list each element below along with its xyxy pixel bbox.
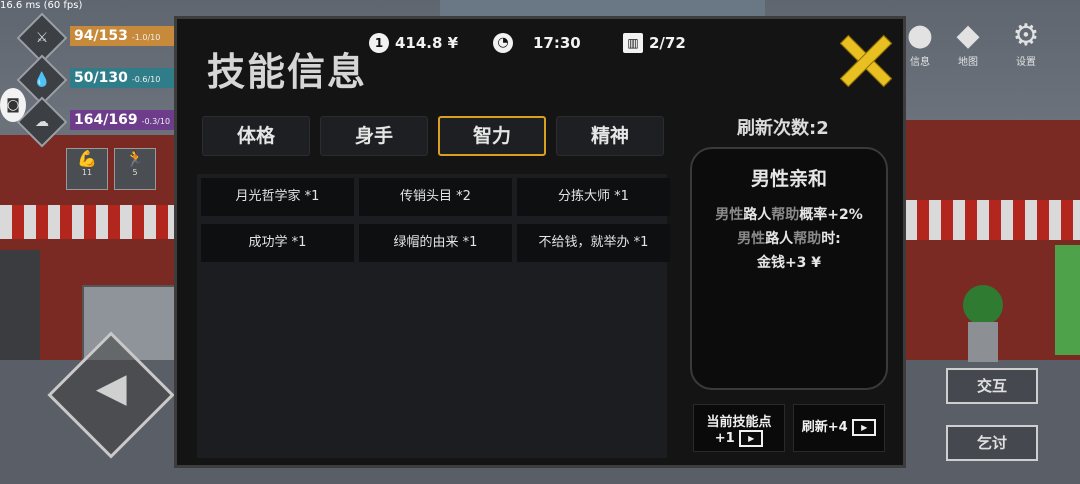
skill-detail-line: 男性路人帮助时: [692, 227, 886, 251]
gear-icon: ⚙ [1012, 18, 1040, 53]
video-ad-icon: ▶ [739, 430, 764, 447]
arm-icon: 💪 [77, 149, 97, 168]
refresh-button[interactable]: 刷新+4 ▶ [793, 404, 885, 452]
thirst-modifier: -0.6/10 [131, 75, 161, 84]
hunger-value: 94/153 [74, 28, 128, 44]
tab-physique[interactable]: 体格 [202, 116, 310, 156]
scene-window [1055, 245, 1080, 355]
tab-spirit[interactable]: 精神 [556, 116, 664, 156]
skill-list: 月光哲学家 *1 传销头目 *2 分拣大师 *1 成功学 *1 绿帽的由来 *1… [197, 174, 670, 458]
skill-item[interactable]: 传销头目 *2 [359, 178, 512, 216]
skill-item[interactable]: 成功学 *1 [201, 224, 354, 262]
skill-item[interactable]: 月光哲学家 *1 [201, 178, 354, 216]
tab-intelligence[interactable]: 智力 [438, 116, 546, 156]
close-button[interactable] [839, 33, 891, 85]
running-badge-value: 5 [132, 168, 138, 177]
mind-modifier: -0.3/10 [141, 117, 171, 126]
skill-point-label: 当前技能点 [706, 415, 772, 430]
time-value: 17:30 [533, 34, 581, 52]
detail-text: 帮助 [793, 231, 822, 247]
skill-point-value: +1 [714, 431, 735, 446]
potted-plant [963, 285, 1003, 325]
settings-label: 设置 [1016, 57, 1036, 68]
coin-icon: 1 [369, 33, 389, 53]
detail-text: 男性 [737, 231, 766, 247]
arrow-left-icon: ◀ [95, 365, 127, 412]
scene-rooftop [440, 0, 765, 16]
panel-title: 技能信息 [207, 50, 368, 94]
arm-badge-value: 11 [81, 168, 93, 177]
scene-door [0, 250, 40, 370]
detail-text: 概率+2% [799, 207, 863, 223]
interact-button[interactable]: 交互 [946, 368, 1038, 404]
skill-detail-card: 男性亲和 男性路人帮助概率+2% 男性路人帮助时: 金钱+3 ¥ [690, 147, 888, 390]
scene-awning [905, 200, 1080, 240]
detail-text: 路人 [743, 207, 772, 223]
beg-button[interactable]: 乞讨 [946, 425, 1038, 461]
map-menu-button[interactable]: ◆ 地图 [946, 18, 990, 68]
refresh-count: 刷新次数:2 [737, 118, 829, 139]
thirst-value: 50/130 [74, 70, 128, 86]
skill-info-panel: 技能信息 1 414.8 ¥ ◔ 17:30 ▥ 2/72 体格 身手 智力 精… [174, 16, 906, 468]
time-display: ◔ 17:30 [493, 33, 581, 53]
skill-detail-title: 男性亲和 [750, 168, 827, 190]
running-badge[interactable]: 🏃 5 [114, 148, 156, 190]
tab-agility[interactable]: 身手 [320, 116, 428, 156]
map-icon: ◆ [956, 18, 980, 53]
skill-item[interactable]: 绿帽的由来 *1 [359, 224, 512, 262]
twitch-icon[interactable]: ◙ [0, 88, 26, 122]
video-ad-icon: ▶ [852, 419, 877, 436]
skill-detail-line: 金钱+3 ¥ [756, 255, 822, 271]
skill-point-button[interactable]: 当前技能点 +1 ▶ [693, 404, 785, 452]
mind-value: 164/169 [74, 112, 138, 128]
trash-can-icon: ▥ [623, 33, 643, 53]
clock-icon: ◔ [493, 33, 513, 53]
money-value: 414.8 ¥ [395, 34, 459, 52]
thirst-bar: 50/130 -0.6/10 [70, 68, 184, 88]
detail-text: 男性 [715, 207, 744, 223]
skill-item[interactable]: 分拣大师 *1 [517, 178, 670, 216]
capacity-display: ▥ 2/72 [623, 33, 686, 53]
detail-text: 帮助 [771, 207, 800, 223]
detail-text: 路人 [765, 231, 794, 247]
map-label: 地图 [958, 57, 978, 68]
scene-awning [0, 205, 175, 239]
skill-detail-line: 男性路人帮助概率+2% [692, 203, 886, 227]
fps-counter: 16.6 ms (60 fps) [0, 0, 83, 11]
mind-bar: 164/169 -0.3/10 [70, 110, 184, 130]
hunger-modifier: -1.0/10 [131, 33, 161, 42]
refresh-label: 刷新+4 [801, 420, 848, 435]
settings-menu-button[interactable]: ⚙ 设置 [1004, 18, 1048, 68]
capacity-value: 2/72 [649, 34, 686, 52]
skill-item[interactable]: 不给钱，就举办 *1 [517, 224, 670, 262]
detail-text: 时: [821, 231, 841, 247]
running-icon: 🏃 [125, 149, 145, 168]
arm-badge[interactable]: 💪 11 [66, 148, 108, 190]
money-display: 1 414.8 ¥ [369, 33, 458, 53]
hunger-bar: 94/153 -1.0/10 [70, 26, 184, 46]
plant-pot [968, 322, 998, 362]
